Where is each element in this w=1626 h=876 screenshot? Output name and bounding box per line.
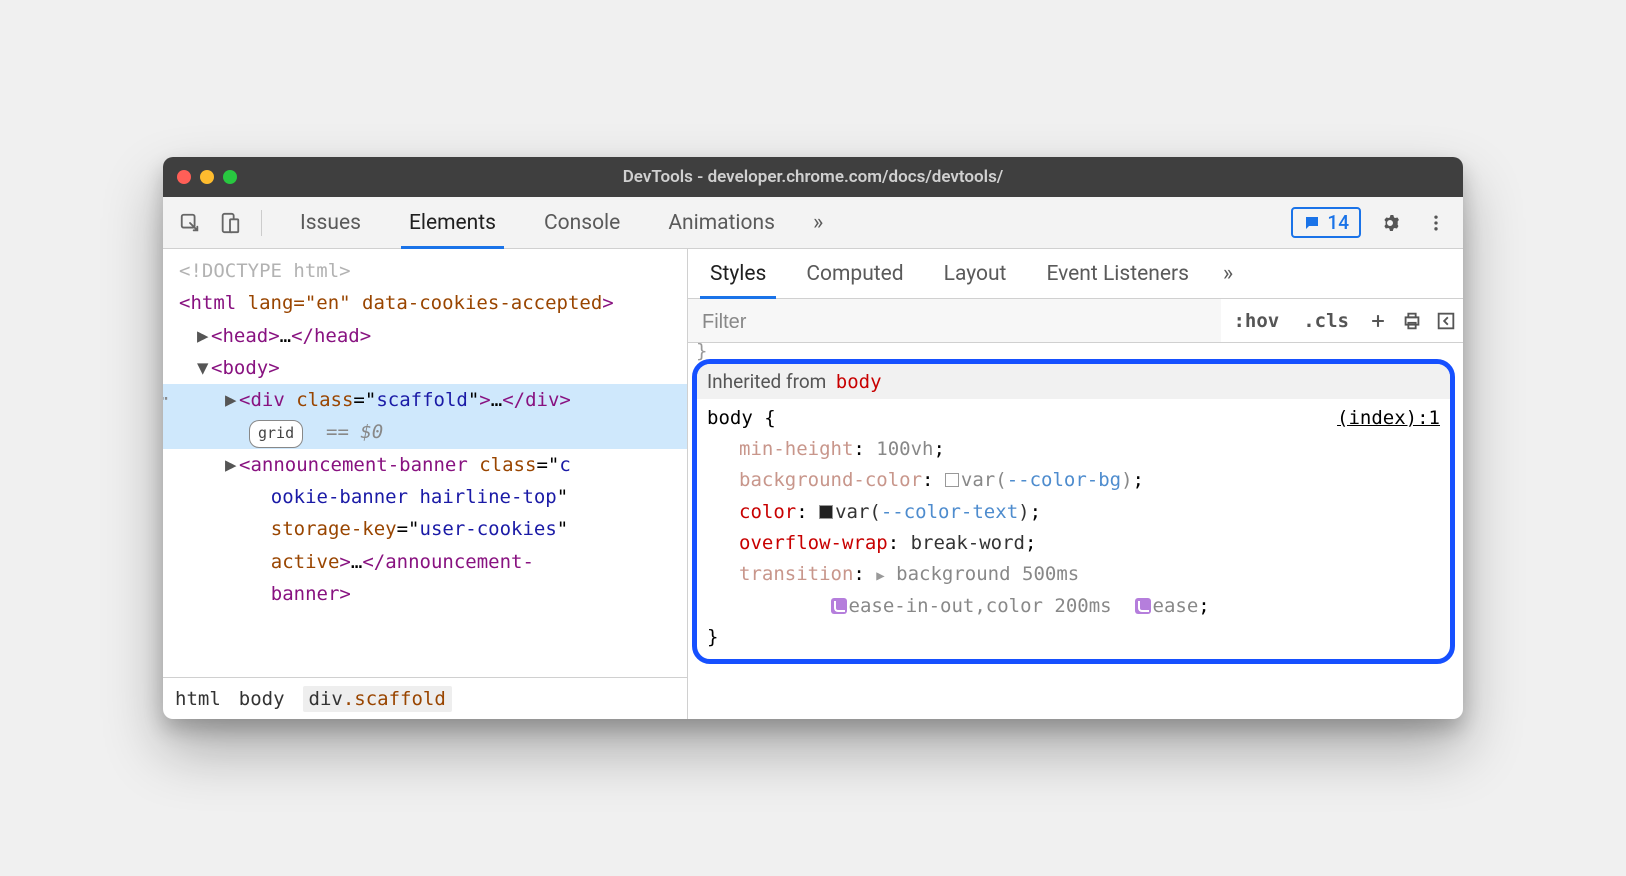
tab-animations[interactable]: Animations — [644, 197, 799, 248]
inherited-from-header: Inherited from body — [697, 364, 1450, 399]
css-property[interactable]: background-color: var(--color-bg); — [707, 465, 1440, 496]
styles-subtabs: Styles Computed Layout Event Listeners » — [688, 249, 1463, 299]
ellipsis-icon[interactable]: ⋯ — [163, 384, 168, 415]
traffic-lights — [177, 170, 237, 184]
breadcrumb-selected[interactable]: div.scaffold — [303, 686, 452, 712]
dom-doctype[interactable]: <!DOCTYPE html> — [163, 255, 687, 287]
highlighted-rule: Inherited from body body { (index):1 min… — [692, 359, 1455, 665]
elements-panel: <!DOCTYPE html> <html lang="en" data-coo… — [163, 249, 688, 719]
devtools-window: DevTools - developer.chrome.com/docs/dev… — [163, 157, 1463, 719]
message-icon — [1303, 214, 1321, 232]
inspect-element-icon[interactable] — [173, 206, 207, 240]
rule-content[interactable]: body { (index):1 min-height: 100vh; back… — [697, 399, 1450, 660]
close-window-button[interactable] — [177, 170, 191, 184]
bezier-editor-icon[interactable] — [831, 598, 847, 614]
cls-toggle[interactable]: .cls — [1291, 310, 1361, 332]
maximize-window-button[interactable] — [223, 170, 237, 184]
settings-icon[interactable] — [1373, 206, 1407, 240]
subtab-layout[interactable]: Layout — [924, 249, 1027, 298]
main-content: <!DOCTYPE html> <html lang="en" data-coo… — [163, 249, 1463, 719]
breadcrumb-body[interactable]: body — [239, 688, 285, 710]
breadcrumb: html body div.scaffold — [163, 677, 687, 719]
main-toolbar: Issues Elements Console Animations » 14 — [163, 197, 1463, 249]
css-property[interactable]: min-height: 100vh; — [707, 434, 1440, 465]
prev-rule-close: } — [692, 347, 1455, 357]
bezier-editor-icon[interactable] — [1135, 598, 1151, 614]
expand-shorthand-icon[interactable]: ▶ — [876, 568, 884, 584]
new-style-rule-icon[interactable] — [1361, 304, 1395, 338]
dom-announcement-banner[interactable]: ▶<announcement-banner class="c ookie-ban… — [163, 449, 687, 610]
kebab-menu-icon[interactable] — [1419, 206, 1453, 240]
css-property[interactable]: color: var(--color-text); — [707, 497, 1440, 528]
subtab-event-listeners[interactable]: Event Listeners — [1026, 249, 1208, 298]
more-tabs-icon[interactable]: » — [799, 210, 837, 235]
css-property[interactable]: overflow-wrap: break-word; — [707, 528, 1440, 559]
color-swatch-icon[interactable] — [819, 505, 833, 519]
subtab-computed[interactable]: Computed — [786, 249, 923, 298]
divider — [261, 210, 262, 236]
subtab-styles[interactable]: Styles — [690, 249, 786, 298]
styles-panel: Styles Computed Layout Event Listeners »… — [688, 249, 1463, 719]
window-title: DevTools - developer.chrome.com/docs/dev… — [163, 167, 1463, 187]
toolbar-right: 14 — [1291, 206, 1453, 240]
console-reference: == $0 — [326, 421, 383, 443]
minimize-window-button[interactable] — [200, 170, 214, 184]
hov-toggle[interactable]: :hov — [1221, 310, 1291, 332]
css-property[interactable]: transition: ▶ background 500ms ease-in-o… — [707, 559, 1440, 622]
dom-tree[interactable]: <!DOCTYPE html> <html lang="en" data-coo… — [163, 249, 687, 677]
device-toolbar-icon[interactable] — [213, 206, 247, 240]
dom-scaffold[interactable]: ⋯ ▶<div class="scaffold">…</div> grid ==… — [163, 384, 687, 449]
dom-html-open[interactable]: <html lang="en" data-cookies-accepted> — [163, 287, 687, 319]
rule-source-link[interactable]: (index):1 — [1337, 403, 1440, 434]
print-icon[interactable] — [1395, 304, 1429, 338]
dom-head[interactable]: ▶<head>…</head> — [163, 320, 687, 352]
tab-elements[interactable]: Elements — [385, 197, 520, 248]
main-tabs: Issues Elements Console Animations » — [276, 197, 837, 248]
tab-console[interactable]: Console — [520, 197, 644, 248]
issues-badge[interactable]: 14 — [1291, 207, 1361, 238]
color-swatch-icon[interactable] — [945, 473, 959, 487]
grid-badge[interactable]: grid — [249, 420, 303, 448]
filter-input[interactable] — [688, 299, 1221, 342]
issues-count: 14 — [1327, 211, 1349, 234]
computed-sidebar-icon[interactable] — [1429, 304, 1463, 338]
titlebar: DevTools - developer.chrome.com/docs/dev… — [163, 157, 1463, 197]
dom-body[interactable]: ▼<body> — [163, 352, 687, 384]
filter-row: :hov .cls — [688, 299, 1463, 343]
more-subtabs-icon[interactable]: » — [1209, 261, 1247, 286]
styles-body: } Inherited from body body { (index):1 m… — [688, 343, 1463, 719]
tab-issues[interactable]: Issues — [276, 197, 385, 248]
breadcrumb-html[interactable]: html — [175, 688, 221, 710]
